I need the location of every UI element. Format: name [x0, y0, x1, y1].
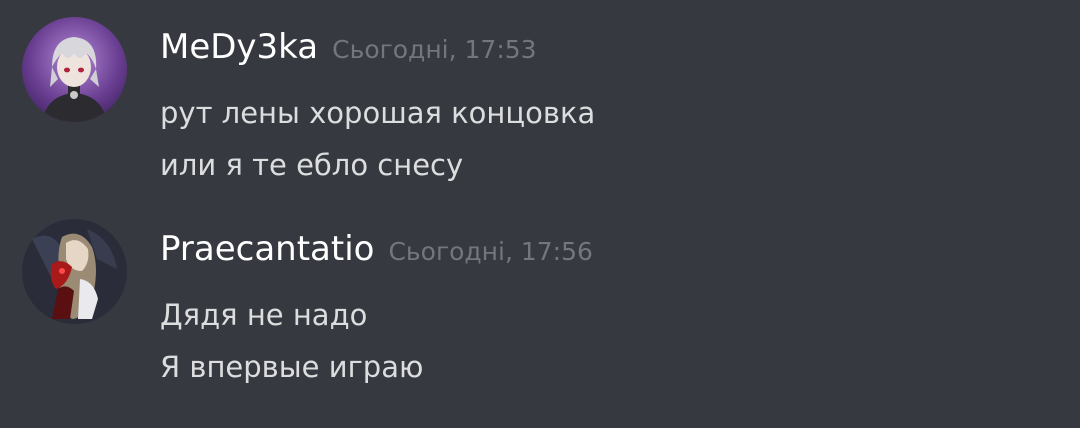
message-content: Дядя не надо Я впервые играю	[160, 289, 423, 393]
chat-message-list: MeDy3ka Сьогодні, 17:53 рут лены хорошая …	[0, 0, 1080, 428]
message-text: Я впервые играю	[160, 350, 424, 384]
anime-avatar-icon	[22, 17, 127, 122]
message-header: Praecantatio Сьогодні, 17:56	[160, 219, 593, 279]
message-timestamp: Сьогодні, 17:56	[388, 237, 593, 266]
message-content: рут лены хорошая концовка или я те ебло …	[160, 87, 595, 191]
message-text: Дядя не надо	[160, 298, 368, 332]
message-header: MeDy3ka Сьогодні, 17:53	[160, 17, 537, 77]
user-avatar[interactable]	[22, 17, 127, 122]
author-name[interactable]: Praecantatio	[160, 229, 374, 269]
author-name[interactable]: MeDy3ka	[160, 27, 318, 67]
message-timestamp: Сьогодні, 17:53	[332, 35, 537, 64]
message-text: или я те ебло снесу	[160, 148, 464, 182]
message-text: рут лены хорошая концовка	[160, 96, 596, 130]
anime-avatar-icon	[22, 219, 127, 324]
user-avatar[interactable]	[22, 219, 127, 324]
